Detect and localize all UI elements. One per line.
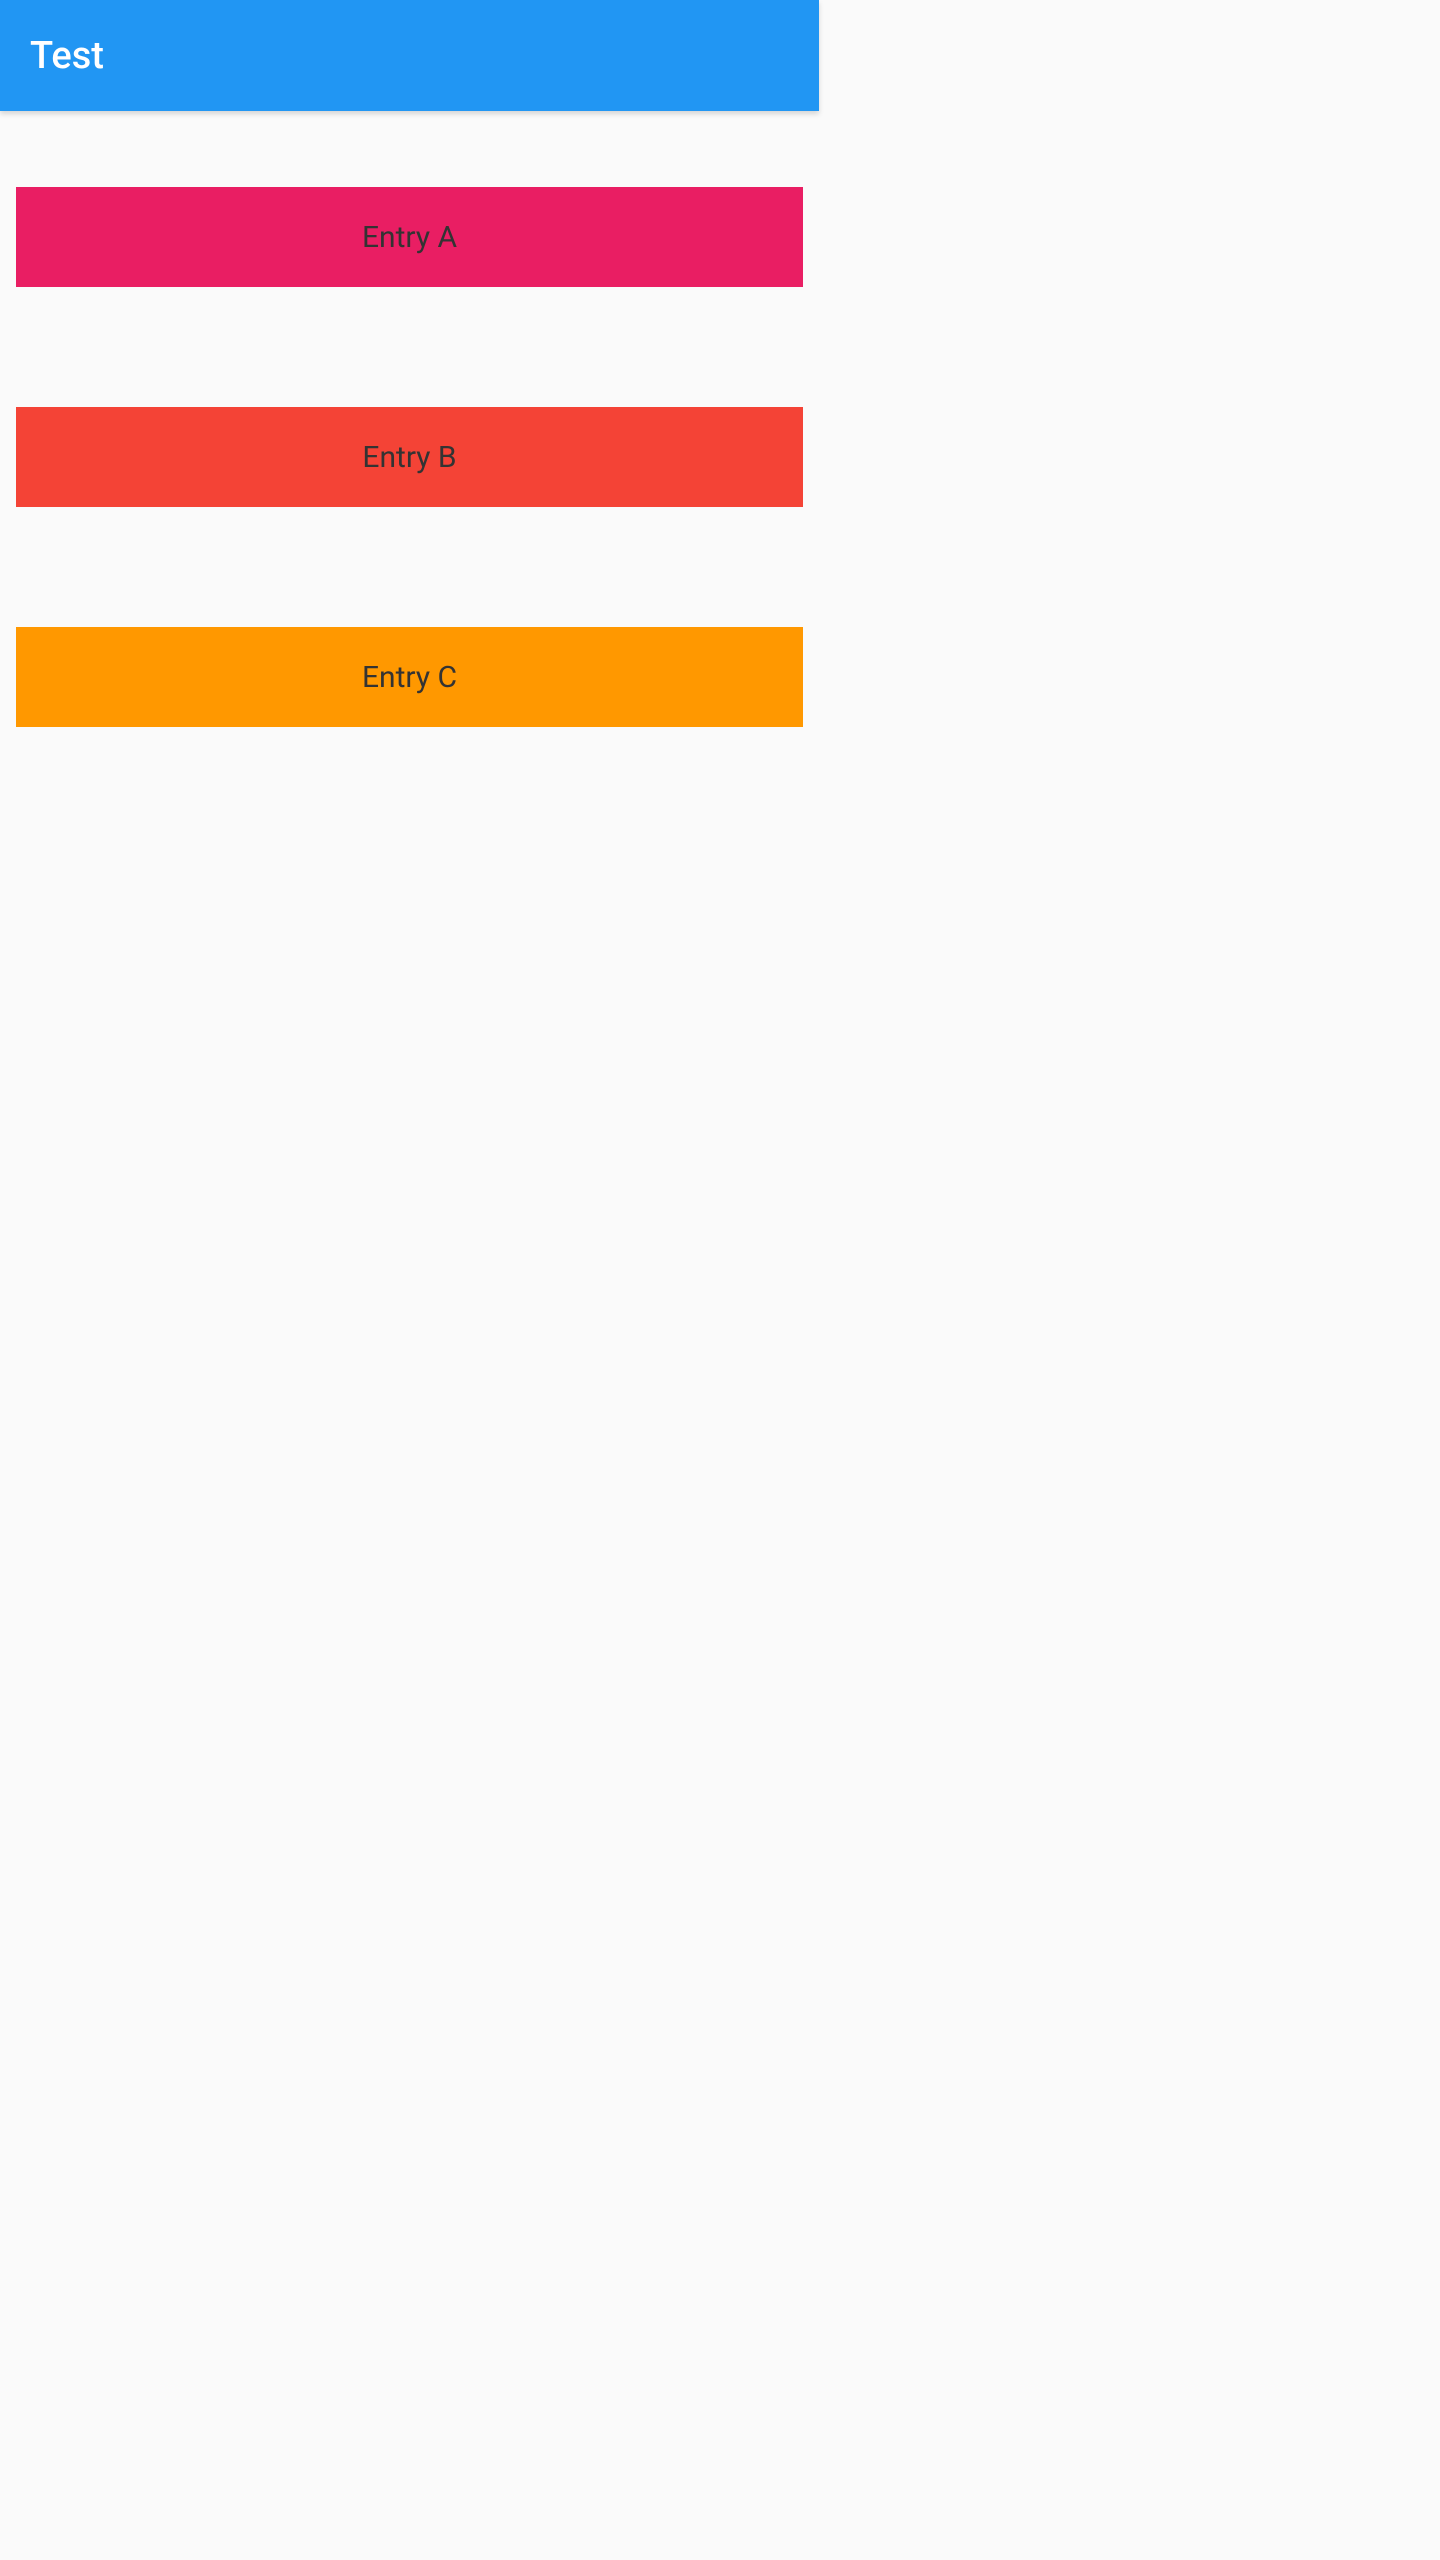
entry-c-label: Entry C (362, 660, 457, 695)
main-content: Entry A Entry B Entry C (0, 111, 819, 863)
entry-a-label: Entry A (362, 220, 457, 255)
entry-a-button[interactable]: Entry A (16, 187, 803, 287)
page-title: Test (30, 34, 104, 78)
app-bar: Test (0, 0, 819, 111)
entry-b-label: Entry B (362, 440, 456, 475)
entry-c-button[interactable]: Entry C (16, 627, 803, 727)
entry-b-button[interactable]: Entry B (16, 407, 803, 507)
